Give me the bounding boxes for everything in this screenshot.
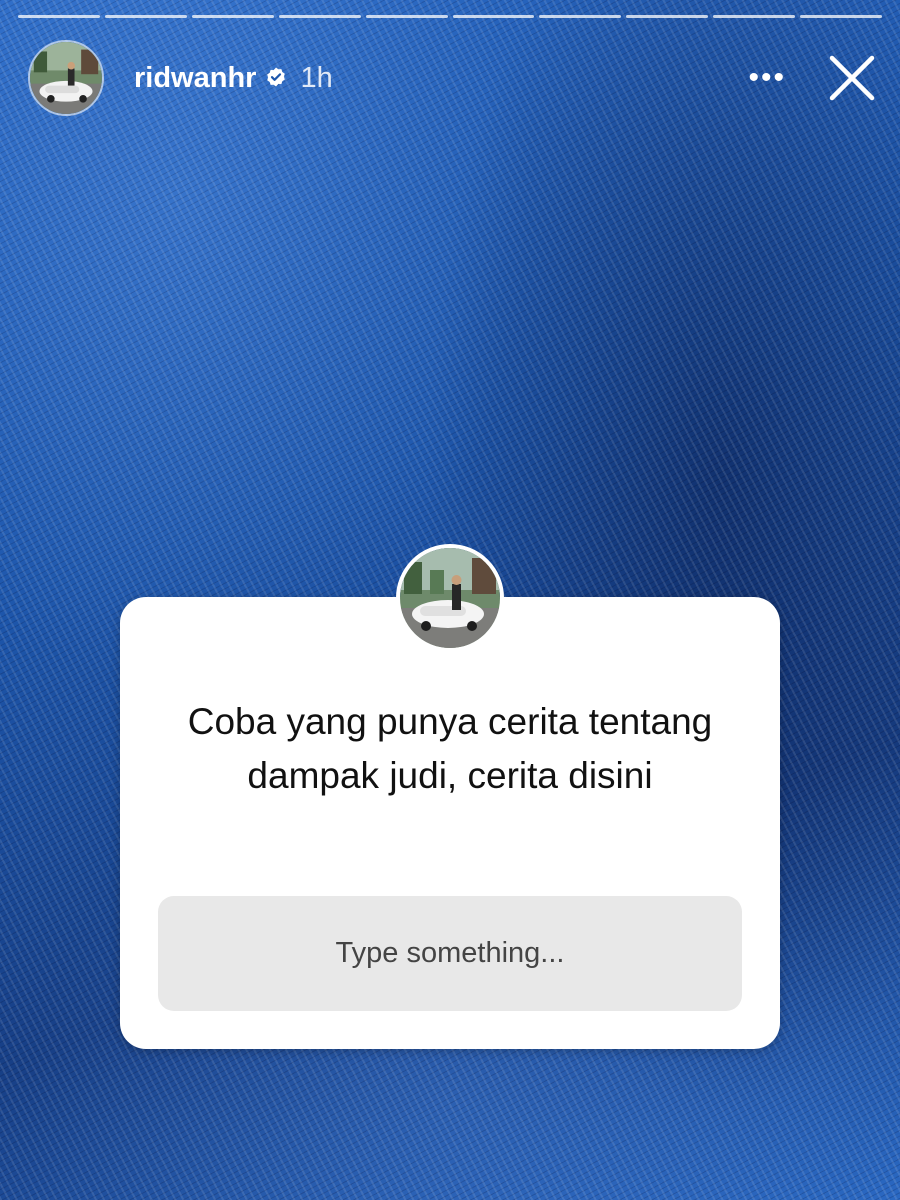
posted-time: 1h	[300, 61, 333, 94]
story-progress-bar	[18, 15, 883, 18]
username[interactable]: ridwanhr	[134, 62, 256, 95]
story-header: ridwanhr 1h •••	[28, 40, 880, 116]
answer-input[interactable]: Type something...	[158, 896, 742, 1011]
progress-segment	[539, 15, 622, 18]
verified-badge-icon	[264, 66, 288, 90]
progress-segment	[800, 15, 883, 18]
avatar[interactable]	[28, 40, 104, 116]
progress-segment	[365, 15, 448, 18]
sticker-avatar	[396, 544, 504, 652]
progress-segment	[713, 15, 796, 18]
progress-segment	[191, 15, 274, 18]
progress-segment	[452, 15, 535, 18]
question-prompt: Coba yang punya cerita tentang dampak ju…	[187, 701, 713, 796]
progress-segment	[278, 15, 361, 18]
progress-segment	[104, 15, 187, 18]
progress-segment	[626, 15, 709, 18]
progress-segment	[18, 15, 100, 18]
question-sticker: Coba yang punya cerita tentang dampak ju…	[120, 597, 780, 1049]
more-options-icon[interactable]: •••	[748, 63, 786, 93]
close-icon[interactable]	[826, 52, 878, 104]
